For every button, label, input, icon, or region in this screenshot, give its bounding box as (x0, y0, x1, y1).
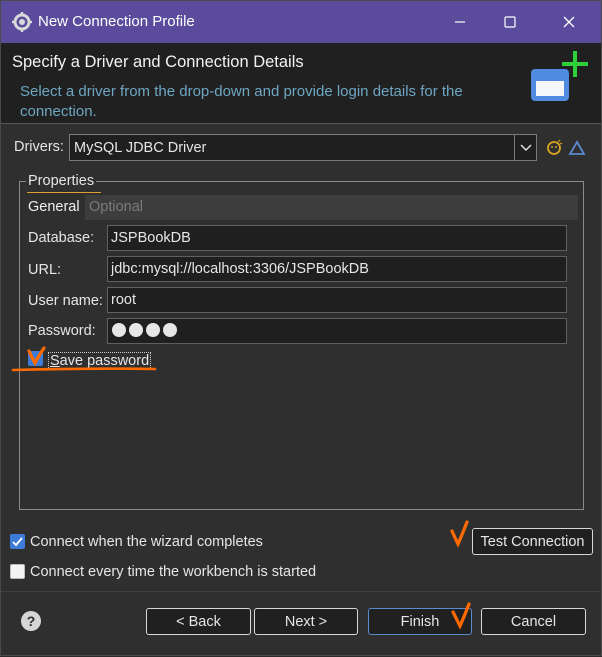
username-field[interactable]: root (107, 287, 567, 313)
edit-driver-icon[interactable] (568, 139, 586, 157)
password-dot (146, 323, 160, 337)
maximize-icon (504, 16, 516, 28)
dialog-window: New Connection Profile Specify a Driver … (0, 0, 602, 656)
properties-group-title: Properties (26, 173, 97, 189)
minimize-icon (455, 21, 465, 23)
url-value: jdbc:mysql://localhost:3306/JSPBookDB (111, 261, 369, 277)
save-password-label[interactable]: Save password (48, 352, 152, 370)
wizard-banner: Specify a Driver and Connection Details … (1, 43, 601, 123)
connect-on-startup-checkbox[interactable] (10, 564, 25, 579)
help-icon[interactable]: ? (21, 611, 41, 631)
back-button[interactable]: < Back (146, 608, 251, 635)
finish-button[interactable]: Finish (368, 608, 472, 635)
driver-select-value: MySQL JDBC Driver (74, 140, 207, 156)
tab-general[interactable]: General (25, 195, 85, 220)
driver-select[interactable]: MySQL JDBC Driver (69, 134, 537, 161)
database-value: JSPBookDB (111, 230, 191, 246)
footer-separator (1, 591, 601, 592)
new-driver-icon[interactable] (546, 139, 564, 157)
gear-icon (12, 12, 32, 32)
database-label: Database: (28, 230, 95, 246)
password-dot (163, 323, 177, 337)
save-password-checkbox[interactable] (28, 351, 43, 366)
test-connection-button[interactable]: Test Connection (472, 528, 593, 555)
new-connection-icon (531, 51, 588, 101)
banner-separator (1, 123, 601, 124)
title-bar[interactable]: New Connection Profile (1, 1, 601, 43)
annotation-check-test-connection (450, 520, 469, 548)
tab-optional[interactable]: Optional (86, 195, 146, 220)
database-field[interactable]: JSPBookDB (107, 225, 567, 251)
banner-title: Specify a Driver and Connection Details (12, 53, 304, 71)
close-icon (563, 16, 575, 28)
maximize-button[interactable] (490, 7, 530, 37)
url-label: URL: (28, 262, 62, 278)
connect-on-finish-checkbox[interactable] (10, 534, 25, 549)
password-mask (112, 323, 177, 337)
password-dot (129, 323, 143, 337)
connect-on-startup-label[interactable]: Connect every time the workbench is star… (30, 564, 316, 580)
window-title: New Connection Profile (38, 13, 195, 30)
minimize-button[interactable] (440, 7, 480, 37)
cancel-button[interactable]: Cancel (481, 608, 586, 635)
next-button[interactable]: Next > (254, 608, 358, 635)
username-value: root (111, 292, 136, 308)
chevron-down-icon[interactable] (514, 135, 536, 160)
properties-tabbar: General Optional (25, 195, 578, 220)
check-icon (12, 537, 23, 547)
group-title-underline (27, 192, 101, 193)
password-dot (112, 323, 126, 337)
close-button[interactable] (549, 7, 589, 37)
password-label: Password: (28, 323, 96, 339)
username-label: User name: (28, 293, 103, 309)
url-field[interactable]: jdbc:mysql://localhost:3306/JSPBookDB (107, 256, 567, 282)
banner-description: Select a driver from the drop-down and p… (20, 83, 463, 120)
save-password-label-rest: ave password (59, 353, 150, 369)
password-field[interactable] (107, 318, 567, 344)
connect-on-finish-label[interactable]: Connect when the wizard completes (30, 534, 263, 550)
drivers-label: Drivers: (14, 139, 64, 155)
